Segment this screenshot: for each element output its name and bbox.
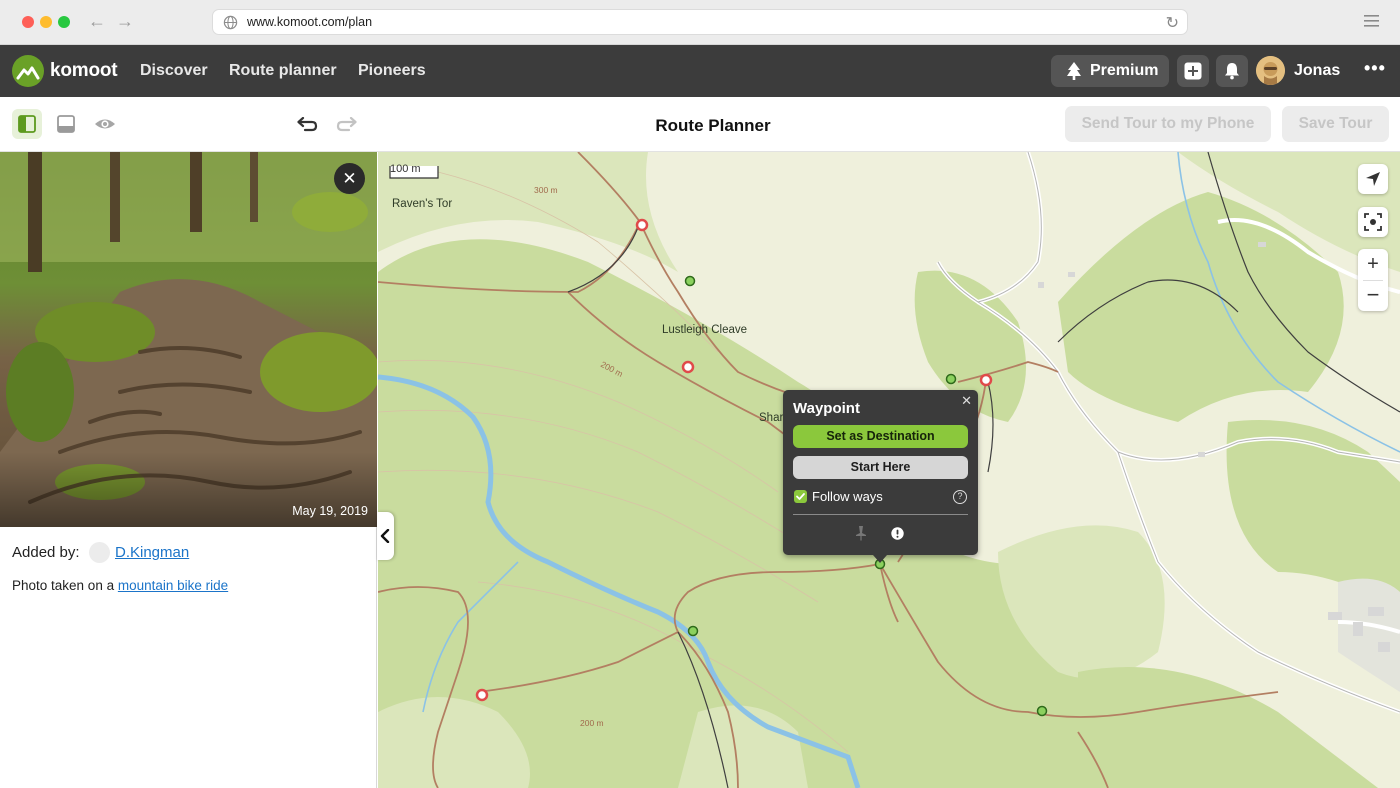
create-button[interactable] bbox=[1177, 55, 1209, 87]
premium-label: Premium bbox=[1090, 62, 1159, 79]
send-tour-button[interactable]: Send Tour to my Phone bbox=[1065, 106, 1271, 142]
tree-icon bbox=[1067, 62, 1081, 80]
close-photo-button[interactable]: ✕ bbox=[334, 163, 365, 194]
user-name[interactable]: Jonas bbox=[1294, 62, 1340, 80]
url-text[interactable]: www.komoot.com/plan bbox=[247, 15, 372, 29]
place-label-ravens-tor: Raven's Tor bbox=[392, 198, 453, 210]
photo-description: Photo taken on a mountain bike ride bbox=[12, 578, 228, 593]
set-destination-button[interactable]: Set as Destination bbox=[793, 425, 968, 448]
photo-text: Photo taken on a bbox=[12, 578, 115, 593]
start-here-button[interactable]: Start Here bbox=[793, 456, 968, 479]
locate-me-button[interactable] bbox=[1358, 164, 1388, 194]
notifications-button[interactable] bbox=[1216, 55, 1248, 87]
user-avatar[interactable] bbox=[1256, 56, 1285, 85]
marker-pin-icon[interactable] bbox=[854, 525, 868, 541]
premium-button[interactable]: Premium bbox=[1051, 55, 1169, 87]
help-icon[interactable]: ? bbox=[953, 490, 967, 504]
popup-pointer bbox=[873, 555, 887, 563]
contour-label-200-lower: 200 m bbox=[580, 718, 604, 728]
forward-arrow-icon[interactable]: → bbox=[116, 11, 134, 32]
added-by-label: Added by: bbox=[12, 544, 80, 561]
place-label-lustleigh-cleave: Lustleigh Cleave bbox=[662, 324, 748, 336]
bell-icon bbox=[1225, 63, 1239, 80]
contributor-avatar[interactable] bbox=[89, 542, 110, 563]
warning-icon[interactable] bbox=[891, 527, 904, 540]
zoom-out-button[interactable]: − bbox=[1358, 280, 1388, 311]
nav-discover[interactable]: Discover bbox=[140, 62, 208, 80]
close-window-button[interactable] bbox=[22, 16, 34, 28]
menu-icon[interactable] bbox=[1364, 14, 1379, 28]
focus-icon bbox=[1364, 213, 1382, 231]
reload-icon[interactable]: ↻ bbox=[1166, 13, 1179, 33]
contributor-link[interactable]: D.Kingman bbox=[115, 544, 189, 561]
popup-divider bbox=[793, 514, 968, 515]
browser-chrome: ← → www.komoot.com/plan ↻ bbox=[0, 0, 1400, 45]
scale-label: 100 m bbox=[390, 163, 421, 175]
save-tour-button[interactable]: Save Tour bbox=[1282, 106, 1389, 142]
komoot-logo-icon[interactable] bbox=[12, 55, 44, 87]
follow-ways-label: Follow ways bbox=[812, 489, 883, 504]
activity-link[interactable]: mountain bike ride bbox=[118, 578, 228, 593]
follow-ways-checkbox[interactable] bbox=[794, 490, 807, 503]
place-label-shar: Shar bbox=[759, 412, 784, 424]
app-header: komoot Discover Route planner Pioneers P… bbox=[0, 45, 1400, 97]
waypoint-popup: Waypoint ✕ Set as Destination Start Here… bbox=[783, 390, 978, 563]
brand-name[interactable]: komoot bbox=[50, 60, 118, 82]
back-arrow-icon[interactable]: ← bbox=[88, 11, 106, 32]
photo-sidebar: ✕ May 19, 2019 bbox=[0, 152, 377, 788]
address-bar[interactable]: www.komoot.com/plan ↻ bbox=[212, 9, 1188, 35]
trail-photo: ✕ May 19, 2019 bbox=[0, 152, 377, 527]
collapse-sidebar-button[interactable] bbox=[377, 512, 394, 560]
waypoint-title: Waypoint bbox=[793, 400, 860, 417]
zoom-controls: + − bbox=[1358, 249, 1388, 311]
location-arrow-icon bbox=[1366, 172, 1380, 186]
nav-pioneers[interactable]: Pioneers bbox=[358, 62, 426, 80]
maximize-window-button[interactable] bbox=[58, 16, 70, 28]
zoom-in-button[interactable]: + bbox=[1358, 249, 1388, 280]
plus-square-icon bbox=[1184, 62, 1202, 80]
more-options-icon[interactable]: ••• bbox=[1364, 58, 1386, 79]
minimize-window-button[interactable] bbox=[40, 16, 52, 28]
chevron-left-icon bbox=[380, 529, 390, 543]
photo-date: May 19, 2019 bbox=[292, 504, 368, 518]
planner-toolbar: Route Planner Send Tour to my Phone Save… bbox=[0, 97, 1400, 152]
close-popup-icon[interactable]: ✕ bbox=[961, 393, 972, 409]
checkmark-icon bbox=[796, 493, 805, 500]
contour-label-300: 300 m bbox=[534, 185, 558, 195]
nav-route-planner[interactable]: Route planner bbox=[229, 62, 337, 80]
recenter-button[interactable] bbox=[1358, 207, 1388, 237]
globe-icon bbox=[223, 15, 238, 30]
